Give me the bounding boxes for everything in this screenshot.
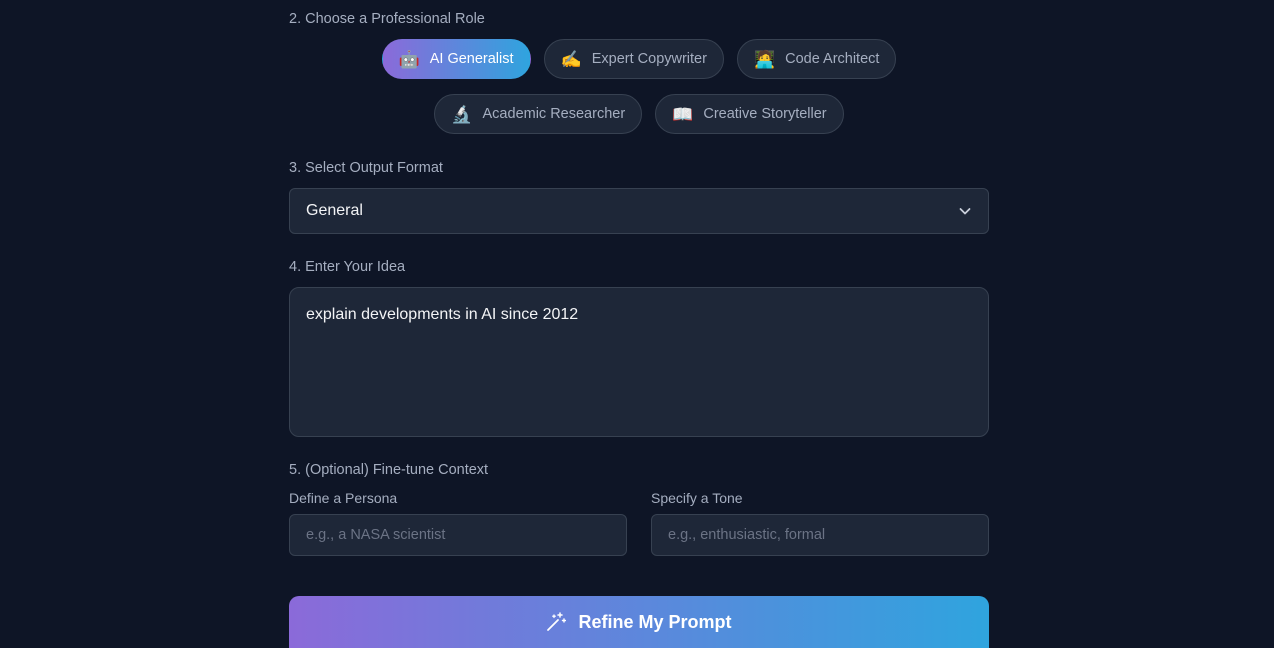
chevron-down-icon <box>959 208 971 215</box>
role-ai-generalist[interactable]: 🤖 AI Generalist <box>381 39 531 79</box>
context-section-label: 5. (Optional) Fine-tune Context <box>289 462 489 478</box>
role-section-label: 2. Choose a Professional Role <box>289 11 485 27</box>
output-format-value: General <box>306 202 363 219</box>
role-label: Academic Researcher <box>482 106 626 122</box>
technologist-icon: 🧑‍💻 <box>753 49 776 69</box>
tone-input[interactable]: e.g., enthusiastic, formal <box>651 514 989 556</box>
robot-icon: 🤖 <box>398 49 420 69</box>
format-section-label: 3. Select Output Format <box>289 160 443 176</box>
idea-section-label: 4. Enter Your Idea <box>289 259 406 275</box>
open-book-icon: 📖 <box>672 104 694 124</box>
role-row-1: 🤖 AI Generalist ✍️ Expert Copywriter 🧑‍💻… <box>289 39 989 79</box>
role-code-architect[interactable]: 🧑‍💻 Code Architect <box>736 39 897 79</box>
role-row-2: 🔬 Academic Researcher 📖 Creative Storyte… <box>289 94 989 134</box>
role-label: Code Architect <box>785 51 880 67</box>
role-academic-researcher[interactable]: 🔬 Academic Researcher <box>434 94 643 134</box>
microscope-icon: 🔬 <box>451 104 473 124</box>
persona-label: Define a Persona <box>289 490 398 506</box>
role-label: AI Generalist <box>429 51 514 67</box>
refine-prompt-label: Refine My Prompt <box>578 611 732 632</box>
output-format-select[interactable]: General <box>289 188 989 234</box>
role-label: Creative Storyteller <box>703 106 827 122</box>
refine-prompt-button[interactable]: Refine My Prompt <box>289 596 989 648</box>
tone-label: Specify a Tone <box>651 490 743 506</box>
role-label: Expert Copywriter <box>591 51 707 67</box>
writing-hand-icon: ✍️ <box>560 49 582 69</box>
role-expert-copywriter[interactable]: ✍️ Expert Copywriter <box>543 39 724 79</box>
persona-input[interactable]: e.g., a NASA scientist <box>289 514 627 556</box>
prompt-refiner-form: 2. Choose a Professional Role 🤖 AI Gener… <box>0 0 1274 648</box>
role-creative-storyteller[interactable]: 📖 Creative Storyteller <box>655 94 844 134</box>
idea-textarea[interactable]: explain developments in AI since 2012 <box>289 287 989 437</box>
magic-wand-icon <box>547 612 567 631</box>
